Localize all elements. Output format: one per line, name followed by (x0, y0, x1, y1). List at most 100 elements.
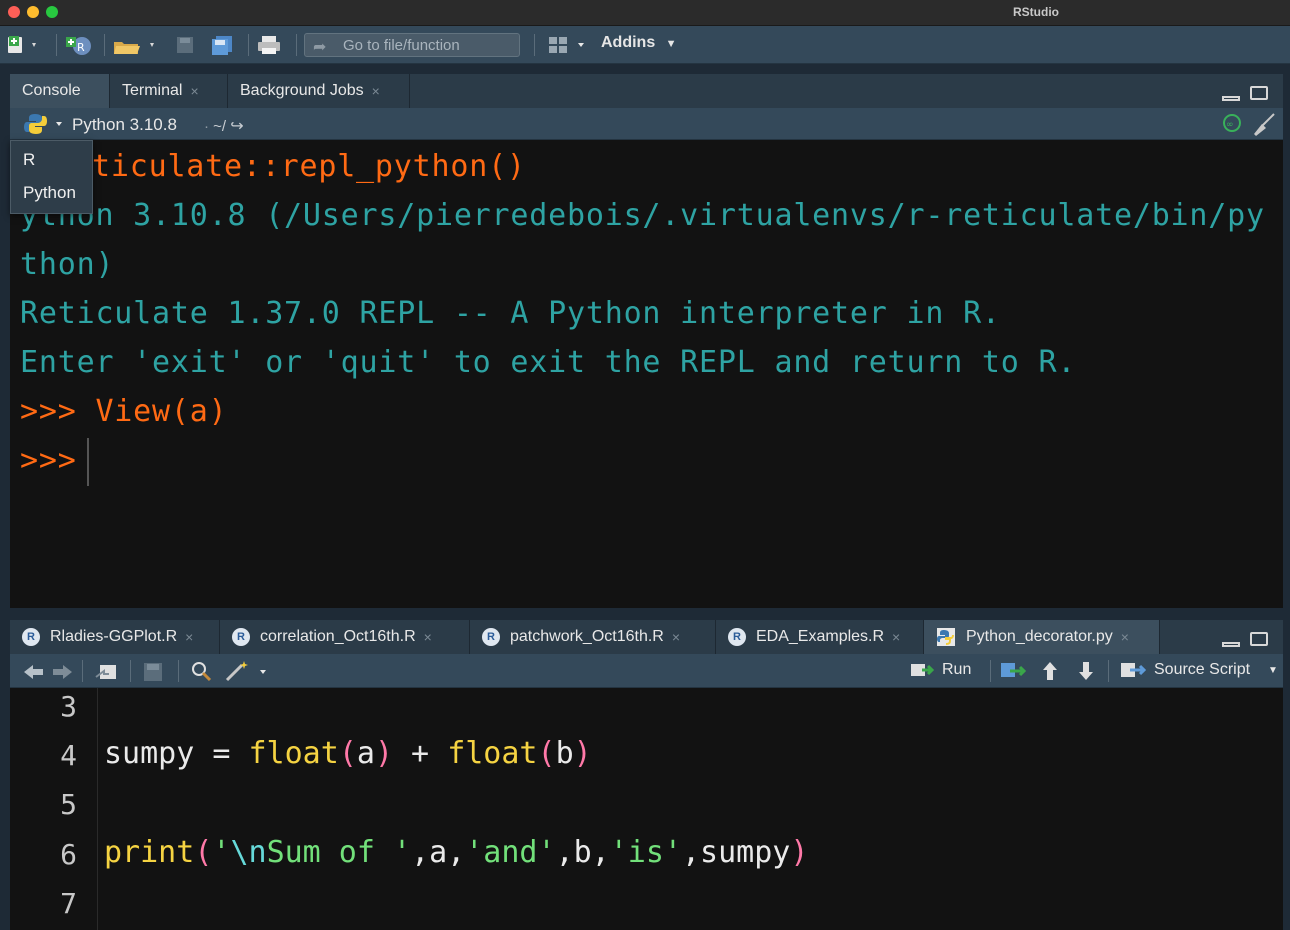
line-number: 7 (60, 887, 77, 920)
line-number: 3 (60, 690, 77, 723)
code-token: float (447, 736, 538, 771)
save-all-icon (212, 36, 232, 55)
go-to-next-section-button[interactable] (1076, 660, 1096, 687)
back-forward-buttons[interactable] (22, 662, 74, 687)
toolbar-separator (990, 660, 991, 682)
line-number: 4 (60, 739, 77, 772)
source-arrow-icon (1121, 663, 1146, 677)
save-file-button[interactable] (142, 661, 164, 688)
code-token: 'and' (465, 835, 556, 870)
clear-console-broom-icon[interactable] (1250, 112, 1278, 141)
tab-terminal[interactable]: Terminal × (110, 74, 228, 108)
code-line-6[interactable]: print('\nSum of ',a,'and',b,'is',sumpy) (104, 835, 808, 870)
code-line-4[interactable]: sumpy = float(a) + float(b) (104, 736, 592, 771)
save-button[interactable] (174, 34, 196, 56)
console-line: thon) (20, 247, 115, 282)
separator-dot: · (204, 118, 209, 135)
workspace-panes-button[interactable] (548, 34, 592, 56)
save-icon (177, 37, 193, 53)
python-language-button[interactable] (24, 113, 68, 140)
close-tab-icon[interactable]: × (190, 83, 198, 99)
console-prompt-line[interactable]: >>> (20, 436, 1280, 486)
code-editor[interactable] (10, 688, 1283, 930)
magic-wand-icon (225, 661, 266, 682)
code-token: ) (374, 736, 393, 771)
close-tab-icon[interactable]: × (892, 629, 900, 645)
svg-text:R: R (77, 41, 85, 54)
language-dropdown-menu: R Python (10, 140, 93, 214)
toolbar-separator (130, 660, 131, 682)
tab-eda-examples[interactable]: R EDA_Examples.R × (716, 620, 924, 654)
source-script-button[interactable]: Source Script ▼ (1120, 661, 1278, 679)
run-arrow-icon (911, 664, 934, 676)
go-to-previous-section-button[interactable] (1040, 660, 1060, 687)
popout-icon (95, 665, 116, 679)
tab-background-jobs[interactable]: Background Jobs × (228, 74, 410, 108)
toolbar-separator (248, 34, 249, 56)
close-tab-icon[interactable]: × (372, 83, 380, 99)
toolbar-separator (178, 660, 179, 682)
window-edge (1283, 64, 1290, 930)
minimize-pane-button[interactable] (1222, 96, 1240, 101)
save-icon (144, 663, 162, 681)
close-tab-icon[interactable]: × (185, 629, 193, 645)
code-token: b (555, 736, 574, 771)
chevron-down-icon[interactable]: ▼ (1268, 665, 1278, 676)
open-file-button[interactable] (112, 34, 160, 56)
code-token: ,a, (411, 835, 466, 870)
pane-splitter[interactable] (0, 608, 1290, 620)
close-tab-icon[interactable]: × (1121, 629, 1129, 645)
tab-console[interactable]: Console (10, 74, 110, 108)
console-line: ython 3.10.8 (/Users/pierredebois/.virtu… (20, 198, 1265, 233)
interpreter-version: Python 3.10.8 (72, 115, 177, 134)
close-tab-icon[interactable]: × (424, 629, 432, 645)
code-tools-button[interactable] (224, 659, 272, 688)
close-tab-icon[interactable]: × (672, 629, 680, 645)
pane-gap (0, 64, 1290, 74)
window-title: RStudio (1013, 5, 1059, 19)
magnifier-icon (192, 662, 212, 682)
show-in-window-button[interactable] (94, 661, 120, 688)
tab-label: Rladies-GGPlot.R (50, 628, 178, 645)
new-project-button[interactable]: R (64, 34, 96, 56)
code-token: ( (194, 835, 213, 870)
code-token: ' (212, 835, 231, 870)
run-button[interactable]: Run (910, 661, 971, 679)
grid-layout-icon (549, 37, 584, 53)
tab-correlation[interactable]: R correlation_Oct16th.R × (220, 620, 470, 654)
code-token: 'is' (609, 835, 682, 870)
working-directory[interactable]: · ~/ ↪ (204, 116, 244, 136)
menu-item-r[interactable]: R (23, 150, 35, 170)
minimize-pane-button[interactable] (1222, 642, 1240, 647)
print-button[interactable] (256, 34, 284, 56)
console-line: Reticulate 1.37.0 REPL -- A Python inter… (20, 296, 1001, 331)
save-all-button[interactable] (210, 34, 236, 56)
maximize-pane-button[interactable] (1250, 632, 1268, 646)
addins-menu[interactable]: Addins ▼ (601, 34, 677, 52)
rainbow-indicator-icon[interactable]: ∞ (1222, 113, 1244, 140)
console-subbar: Python 3.10.8 · ~/ ↪ ∞ (10, 108, 1283, 140)
print-icon (258, 36, 280, 54)
console-tabstrip: Console Terminal × Background Jobs × (10, 74, 1283, 108)
new-file-button[interactable] (6, 34, 40, 56)
text-cursor (86, 437, 89, 486)
code-token: a (356, 736, 375, 771)
rerun-button[interactable] (1000, 661, 1028, 686)
r-file-icon: R (728, 628, 746, 646)
tab-rladies-ggplot[interactable]: R Rladies-GGPlot.R × (10, 620, 220, 654)
tab-label: patchwork_Oct16th.R (510, 628, 664, 645)
code-token: ( (338, 736, 357, 771)
tab-label: Background Jobs (240, 82, 364, 99)
tab-patchwork[interactable]: R patchwork_Oct16th.R × (470, 620, 716, 654)
console-text: ticulate::repl_python() ython 3.10.8 (/U… (20, 142, 1280, 486)
find-replace-button[interactable] (190, 660, 214, 689)
menu-item-python[interactable]: Python (23, 183, 76, 203)
tab-python-decorator[interactable]: Python_decorator.py × (924, 620, 1160, 654)
console-prompt: >>> (20, 443, 77, 478)
back-forward-icon (24, 665, 72, 679)
toolbar-separator (82, 660, 83, 682)
goto-file-function-input[interactable]: ➦ Go to file/function (304, 33, 520, 57)
code-token: = (194, 736, 249, 771)
tab-label: EDA_Examples.R (756, 628, 885, 645)
maximize-pane-button[interactable] (1250, 86, 1268, 100)
